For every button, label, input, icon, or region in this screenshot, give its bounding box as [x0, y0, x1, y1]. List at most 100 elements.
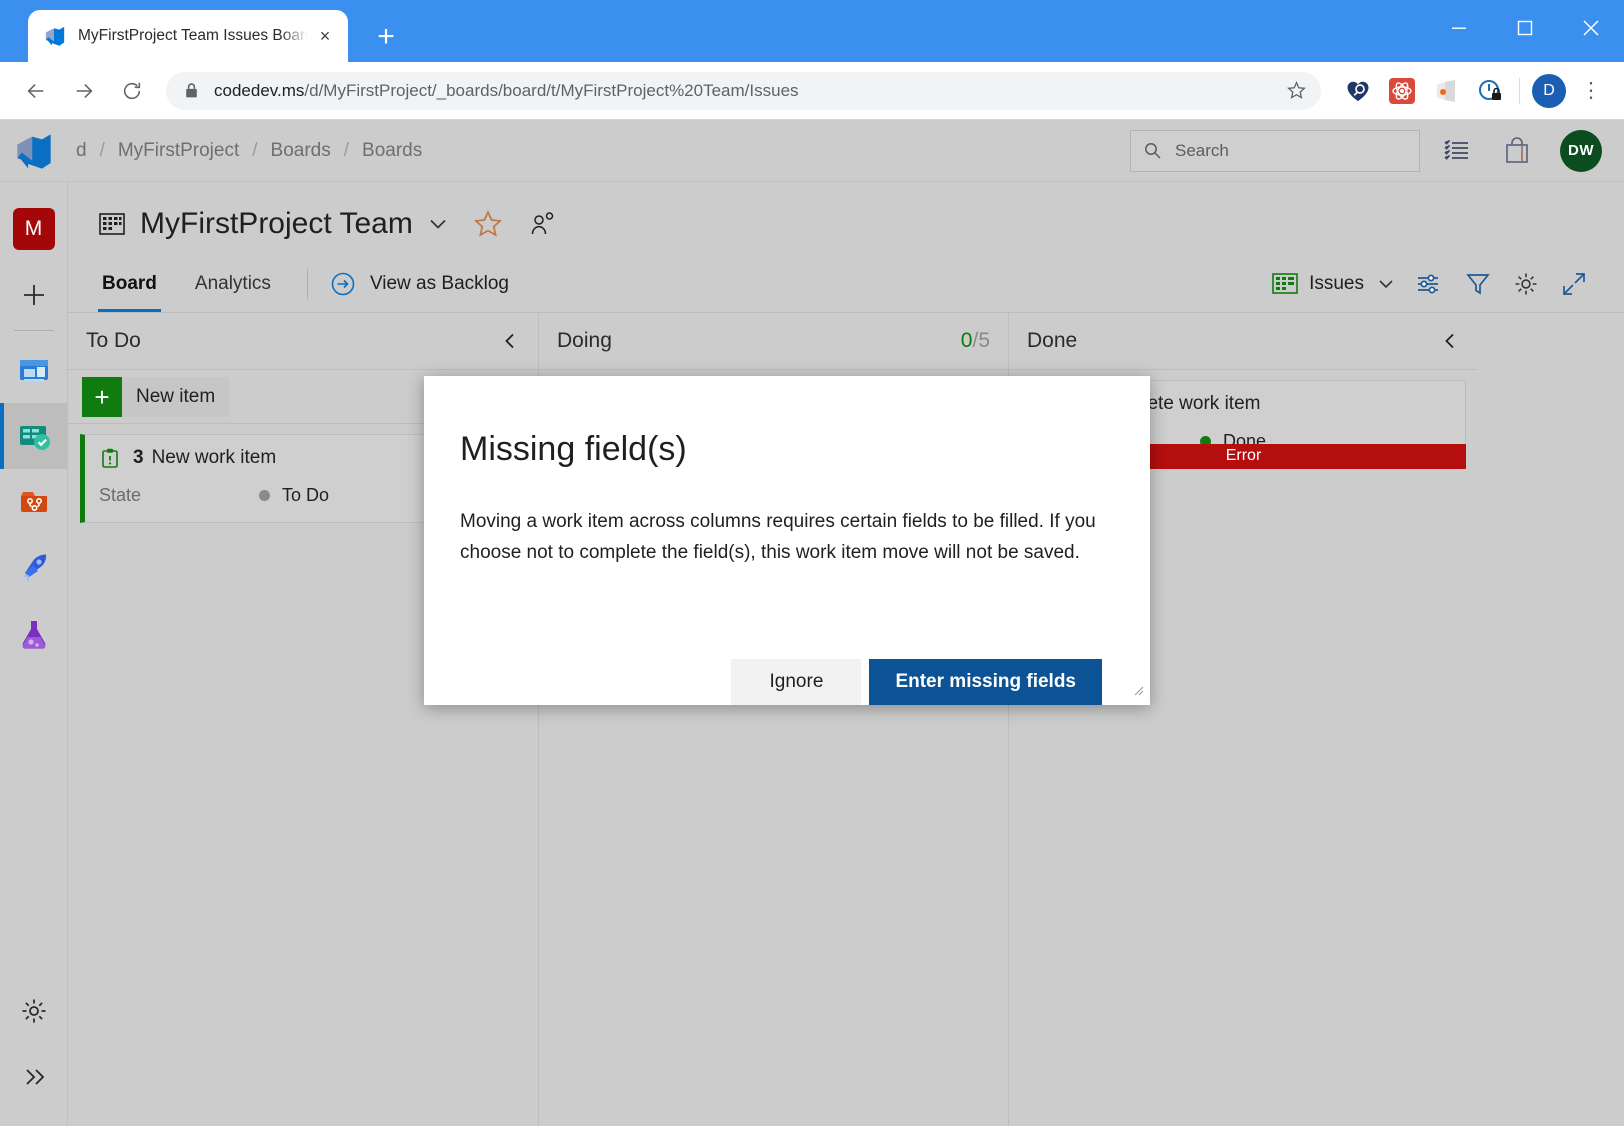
sidebar-item-overview[interactable] [0, 337, 68, 403]
column-header-doing: Doing 0/5 [539, 313, 1008, 369]
browser-menu-icon[interactable]: ⋮ [1574, 74, 1608, 108]
chevron-left-icon[interactable] [490, 331, 520, 351]
arrow-right-circle-icon [330, 271, 356, 297]
enter-missing-fields-button[interactable]: Enter missing fields [869, 659, 1102, 705]
sidebar-item-project-settings[interactable] [0, 978, 68, 1044]
dialog-actions: Ignore Enter missing fields [460, 659, 1102, 705]
reload-button-icon[interactable] [112, 71, 152, 111]
sidebar-divider [14, 330, 54, 331]
column-title: To Do [86, 329, 141, 353]
close-window-button[interactable] [1558, 0, 1624, 56]
column-title: Doing [557, 329, 612, 353]
tab-board[interactable]: Board [98, 256, 161, 312]
breadcrumb: d / MyFirstProject / Boards / Boards [76, 140, 422, 162]
column-header-actions [490, 331, 520, 351]
user-avatar[interactable]: DW [1560, 130, 1602, 172]
search-icon [1143, 141, 1163, 161]
ado-top-bar-actions: Search D [1130, 128, 1624, 174]
sidebar-item-test-plans[interactable] [0, 601, 68, 667]
marketplace-bag-icon[interactable] [1494, 128, 1540, 174]
back-button-icon[interactable] [16, 71, 56, 111]
breadcrumb-item-page[interactable]: Boards [362, 140, 422, 162]
gear-icon[interactable] [1502, 262, 1550, 306]
backlog-level-label: Issues [1309, 273, 1364, 295]
new-tab-button[interactable]: + [366, 17, 406, 57]
fullscreen-expand-icon[interactable] [1550, 262, 1598, 306]
dialog-title: Missing field(s) [460, 430, 1102, 469]
missing-fields-dialog: Missing field(s) Moving a work item acro… [424, 376, 1150, 705]
column-header-actions: 0/5 [961, 329, 990, 353]
privacy-lock-extension-icon[interactable] [1473, 74, 1507, 108]
ignore-button[interactable]: Ignore [731, 659, 861, 705]
new-item-label: New item [136, 386, 215, 408]
sidebar-item-pipelines[interactable] [0, 535, 68, 601]
issues-grid-icon [1272, 272, 1298, 296]
new-item-button[interactable]: + New item [82, 377, 229, 417]
view-tabs-row: Board Analytics View as Backlog [98, 256, 1598, 312]
window-controls [1426, 0, 1624, 56]
heart-search-extension-icon[interactable] [1341, 74, 1375, 108]
browser-navbar: codedev.ms/d/MyFirstProject/_boards/boar… [0, 62, 1624, 120]
global-search-placeholder: Search [1175, 141, 1229, 161]
project-initial: M [13, 208, 55, 250]
page-title-row: MyFirstProject Team [98, 200, 1598, 248]
chevron-left-icon[interactable] [1430, 331, 1460, 351]
sidebar-project-badge[interactable]: M [0, 196, 68, 262]
card-field-value-wrap[interactable]: To Do [259, 485, 329, 506]
ado-body: M [0, 182, 1624, 1126]
lock-icon [184, 82, 200, 100]
filter-funnel-icon[interactable] [1454, 262, 1502, 306]
star-icon[interactable] [473, 209, 503, 239]
dialog-resize-grip[interactable] [1132, 684, 1144, 699]
board-content: MyFirstProject Team [68, 182, 1624, 1126]
column-header-actions [1430, 331, 1460, 351]
sidebar-expand-icon[interactable] [0, 1044, 68, 1110]
sidebar-item-boards[interactable] [0, 403, 68, 469]
chevron-down-icon [1376, 274, 1396, 294]
sidebar-item-repos[interactable] [0, 469, 68, 535]
toolbar-divider [1519, 78, 1520, 104]
card-title: New work item [152, 447, 277, 469]
sidebar-add-button[interactable] [0, 262, 68, 328]
backlog-level-selector[interactable]: Issues [1262, 262, 1406, 306]
azure-devops-favicon-icon [44, 25, 66, 47]
maximize-window-button[interactable] [1492, 0, 1558, 56]
browser-window: MyFirstProject Team Issues Board × + [0, 0, 1624, 1126]
global-search-input[interactable]: Search [1130, 130, 1420, 172]
dialog-message: Moving a work item across columns requir… [460, 507, 1102, 569]
forward-button-icon[interactable] [64, 71, 104, 111]
card-field-value: To Do [282, 485, 329, 506]
view-as-backlog-button[interactable]: View as Backlog [330, 271, 509, 297]
card-field-label: State [99, 485, 259, 506]
people-icon[interactable] [529, 210, 557, 238]
browser-tab[interactable]: MyFirstProject Team Issues Board × [28, 10, 348, 62]
page-title: MyFirstProject Team [140, 207, 413, 241]
browser-tab-title: MyFirstProject Team Issues Board [78, 27, 308, 45]
column-title: Done [1027, 329, 1077, 353]
issue-icon [99, 447, 121, 469]
close-tab-icon[interactable]: × [312, 23, 338, 49]
browser-profile-avatar[interactable]: D [1532, 74, 1566, 108]
chevron-down-icon[interactable] [427, 213, 449, 235]
tabrow-divider [307, 269, 308, 299]
tab-analytics[interactable]: Analytics [191, 256, 275, 312]
wip-limit: 0/5 [961, 329, 990, 353]
react-devtools-extension-icon[interactable] [1385, 74, 1419, 108]
office-extension-icon[interactable] [1429, 74, 1463, 108]
page-header: MyFirstProject Team [68, 182, 1624, 312]
browser-titlebar: MyFirstProject Team Issues Board × + [0, 0, 1624, 62]
address-bar[interactable]: codedev.ms/d/MyFirstProject/_boards/boar… [166, 72, 1321, 110]
breadcrumb-item-hub[interactable]: Boards [271, 140, 331, 162]
minimize-window-button[interactable] [1426, 0, 1492, 56]
board-settings-sliders-icon[interactable] [1406, 262, 1454, 306]
bookmark-star-icon[interactable] [1279, 74, 1313, 108]
breadcrumb-item-project[interactable]: MyFirstProject [118, 140, 239, 162]
card-id: 3 [133, 447, 144, 469]
azure-devops-logo-icon[interactable] [14, 131, 58, 171]
view-as-backlog-label: View as Backlog [370, 273, 509, 295]
url-path: /d/MyFirstProject/_boards/board/t/MyFirs… [304, 81, 798, 100]
work-items-icon[interactable] [1434, 128, 1480, 174]
board-toolbar: Issues [1262, 262, 1598, 306]
board-grid-icon [98, 210, 126, 238]
breadcrumb-item-org[interactable]: d [76, 140, 87, 162]
